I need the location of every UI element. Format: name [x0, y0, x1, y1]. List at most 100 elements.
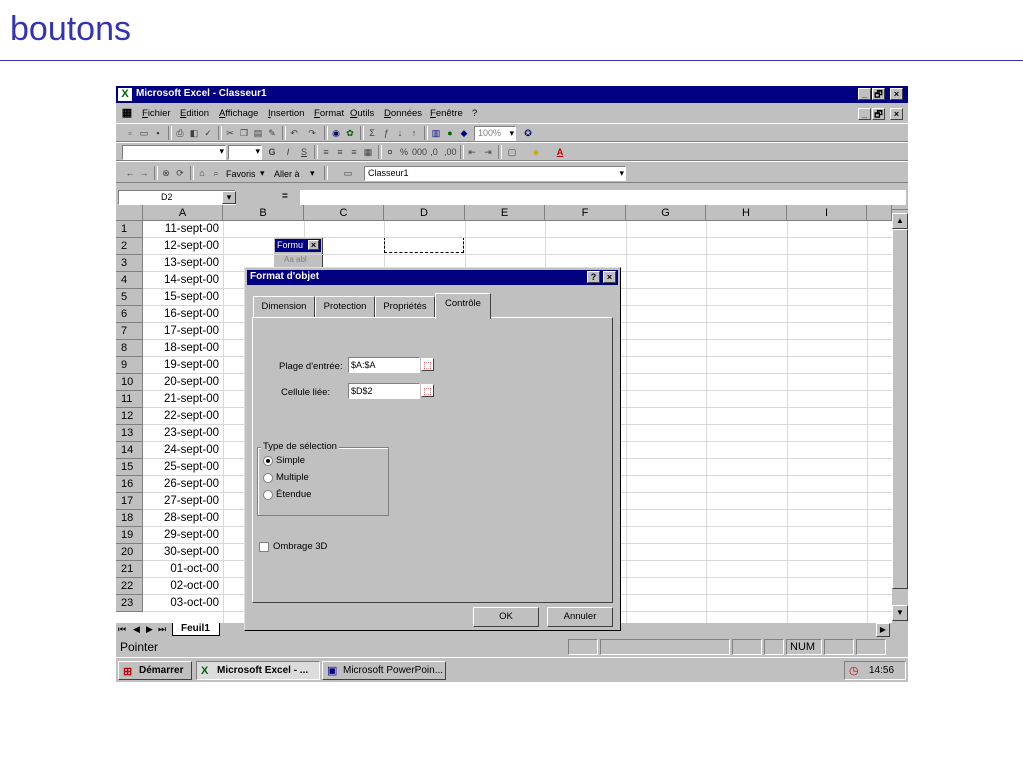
radio-simple-label[interactable]: Simple	[276, 455, 305, 466]
cell-a[interactable]: 21-sept-00	[143, 391, 223, 408]
taskbar-excel[interactable]: X Microsoft Excel - ...	[196, 661, 320, 680]
format-painter-icon[interactable]: ✎	[266, 127, 278, 139]
undo-icon[interactable]: ↶	[288, 127, 300, 139]
currency-icon[interactable]: ¤	[384, 146, 396, 158]
copy-icon[interactable]: ❐	[238, 127, 250, 139]
preview-icon[interactable]: ◧	[188, 127, 200, 139]
cell-a[interactable]: 17-sept-00	[143, 323, 223, 340]
doc-close-button[interactable]: ×	[890, 108, 903, 120]
cell-a[interactable]: 11-sept-00	[143, 221, 223, 238]
row-header[interactable]: 5	[116, 289, 143, 306]
row-header[interactable]: 15	[116, 459, 143, 476]
function-icon[interactable]: ƒ	[380, 127, 392, 139]
workbook-icon[interactable]: ▦	[120, 107, 134, 120]
row-header[interactable]: 1	[116, 221, 143, 238]
cell-a[interactable]: 18-sept-00	[143, 340, 223, 357]
formula-input[interactable]	[300, 190, 906, 205]
dialog-help-button[interactable]: ?	[587, 271, 600, 283]
select-all-corner[interactable]	[116, 205, 143, 221]
forward-icon[interactable]: →	[138, 167, 150, 179]
italic-icon[interactable]: I	[282, 146, 294, 158]
cell-a[interactable]: 12-sept-00	[143, 238, 223, 255]
row-header[interactable]: 18	[116, 510, 143, 527]
row-header[interactable]: 16	[116, 476, 143, 493]
cell-a[interactable]: 15-sept-00	[143, 289, 223, 306]
col-header-f[interactable]: F	[545, 205, 626, 221]
cell-a[interactable]: 23-sept-00	[143, 425, 223, 442]
restore-button[interactable]: 🗗	[872, 88, 885, 100]
next-sheet-icon[interactable]: ▶	[146, 624, 153, 635]
cell-a[interactable]: 20-sept-00	[143, 374, 223, 391]
spelling-icon[interactable]: ✓	[202, 127, 214, 139]
name-box-dropdown[interactable]: ▾	[222, 191, 236, 204]
sort-asc-icon[interactable]: ↓	[394, 127, 406, 139]
cancel-button[interactable]: Annuler	[547, 607, 613, 627]
cell-a[interactable]: 16-sept-00	[143, 306, 223, 323]
font-color-icon[interactable]: A	[554, 146, 566, 158]
input-range-collapse-icon[interactable]: ⬚	[421, 358, 434, 371]
row-header[interactable]: 14	[116, 442, 143, 459]
row-header[interactable]: 9	[116, 357, 143, 374]
autosum-icon[interactable]: Σ	[366, 127, 378, 139]
bold-icon[interactable]: G	[266, 146, 278, 158]
close-button[interactable]: ×	[890, 88, 903, 100]
sort-desc-icon[interactable]: ↑	[408, 127, 420, 139]
row-header[interactable]: 21	[116, 561, 143, 578]
menu-affichage[interactable]: Affichage	[219, 108, 258, 119]
cell-a[interactable]: 30-sept-00	[143, 544, 223, 561]
map-icon[interactable]: ●	[444, 127, 456, 139]
row-header[interactable]: 20	[116, 544, 143, 561]
office-assistant-icon[interactable]: ✪	[522, 127, 534, 139]
shading-3d-checkbox[interactable]	[259, 542, 269, 552]
row-header[interactable]: 12	[116, 408, 143, 425]
scheduler-tray-icon[interactable]: ◷	[849, 663, 859, 679]
col-header-e[interactable]: E	[465, 205, 545, 221]
radio-etendue[interactable]	[263, 490, 273, 500]
scroll-thumb[interactable]	[892, 229, 908, 589]
menu-fenetre[interactable]: Fenêtre	[430, 108, 463, 119]
align-center-icon[interactable]: ≡	[334, 146, 346, 158]
start-button[interactable]: ⊞ Démarrer	[118, 661, 192, 680]
row-header[interactable]: 3	[116, 255, 143, 272]
percent-icon[interactable]: %	[398, 146, 410, 158]
scroll-right-button[interactable]: ▶	[876, 623, 890, 637]
formula-equals[interactable]: =	[282, 191, 288, 202]
show-web-toolbar-icon[interactable]: ▭	[342, 167, 354, 179]
row-header[interactable]: 8	[116, 340, 143, 357]
menu-help[interactable]: ?	[472, 108, 477, 119]
tab-dimension[interactable]: Dimension	[253, 296, 315, 317]
cell-a[interactable]: 13-sept-00	[143, 255, 223, 272]
linked-cell-collapse-icon[interactable]: ⬚	[421, 384, 434, 397]
search-icon[interactable]: ⌕	[210, 167, 222, 179]
refresh-icon[interactable]: ⟳	[174, 167, 186, 179]
font-size-combo[interactable]: ▾	[228, 145, 262, 160]
menu-donnees[interactable]: Données	[384, 108, 422, 119]
tab-controle[interactable]: Contrôle	[435, 293, 491, 319]
row-header[interactable]: 6	[116, 306, 143, 323]
aller-button[interactable]: Aller à	[274, 169, 300, 179]
paste-icon[interactable]: ▤	[252, 127, 264, 139]
cell-a[interactable]: 28-sept-00	[143, 510, 223, 527]
tab-protection[interactable]: Protection	[315, 296, 375, 317]
cut-icon[interactable]: ✂	[224, 127, 236, 139]
stop-icon[interactable]: ⊗	[160, 167, 172, 179]
row-header[interactable]: 17	[116, 493, 143, 510]
radio-etendue-label[interactable]: Étendue	[276, 489, 311, 500]
dialog-close-button[interactable]: ×	[603, 271, 616, 283]
address-combo[interactable]: Classeur1 ▾	[364, 166, 626, 181]
menu-outils[interactable]: Outils	[350, 108, 374, 119]
col-header-i[interactable]: I	[787, 205, 867, 221]
menu-format[interactable]: Format	[314, 108, 344, 119]
cell-a[interactable]: 29-sept-00	[143, 527, 223, 544]
col-header-a[interactable]: A	[143, 205, 223, 221]
minimize-button[interactable]: _	[858, 88, 871, 100]
tab-proprietes[interactable]: Propriétés	[375, 296, 435, 317]
col-header-j[interactable]	[867, 205, 892, 221]
cell-a[interactable]: 26-sept-00	[143, 476, 223, 493]
taskbar-powerpoint[interactable]: ▣ Microsoft PowerPoin...	[322, 661, 446, 680]
shading-3d-label[interactable]: Ombrage 3D	[273, 541, 327, 552]
web-toolbar-icon[interactable]: ✿	[344, 127, 356, 139]
radio-multiple-label[interactable]: Multiple	[276, 472, 309, 483]
radio-multiple[interactable]	[263, 473, 273, 483]
last-sheet-icon[interactable]: ⏭	[158, 624, 166, 635]
